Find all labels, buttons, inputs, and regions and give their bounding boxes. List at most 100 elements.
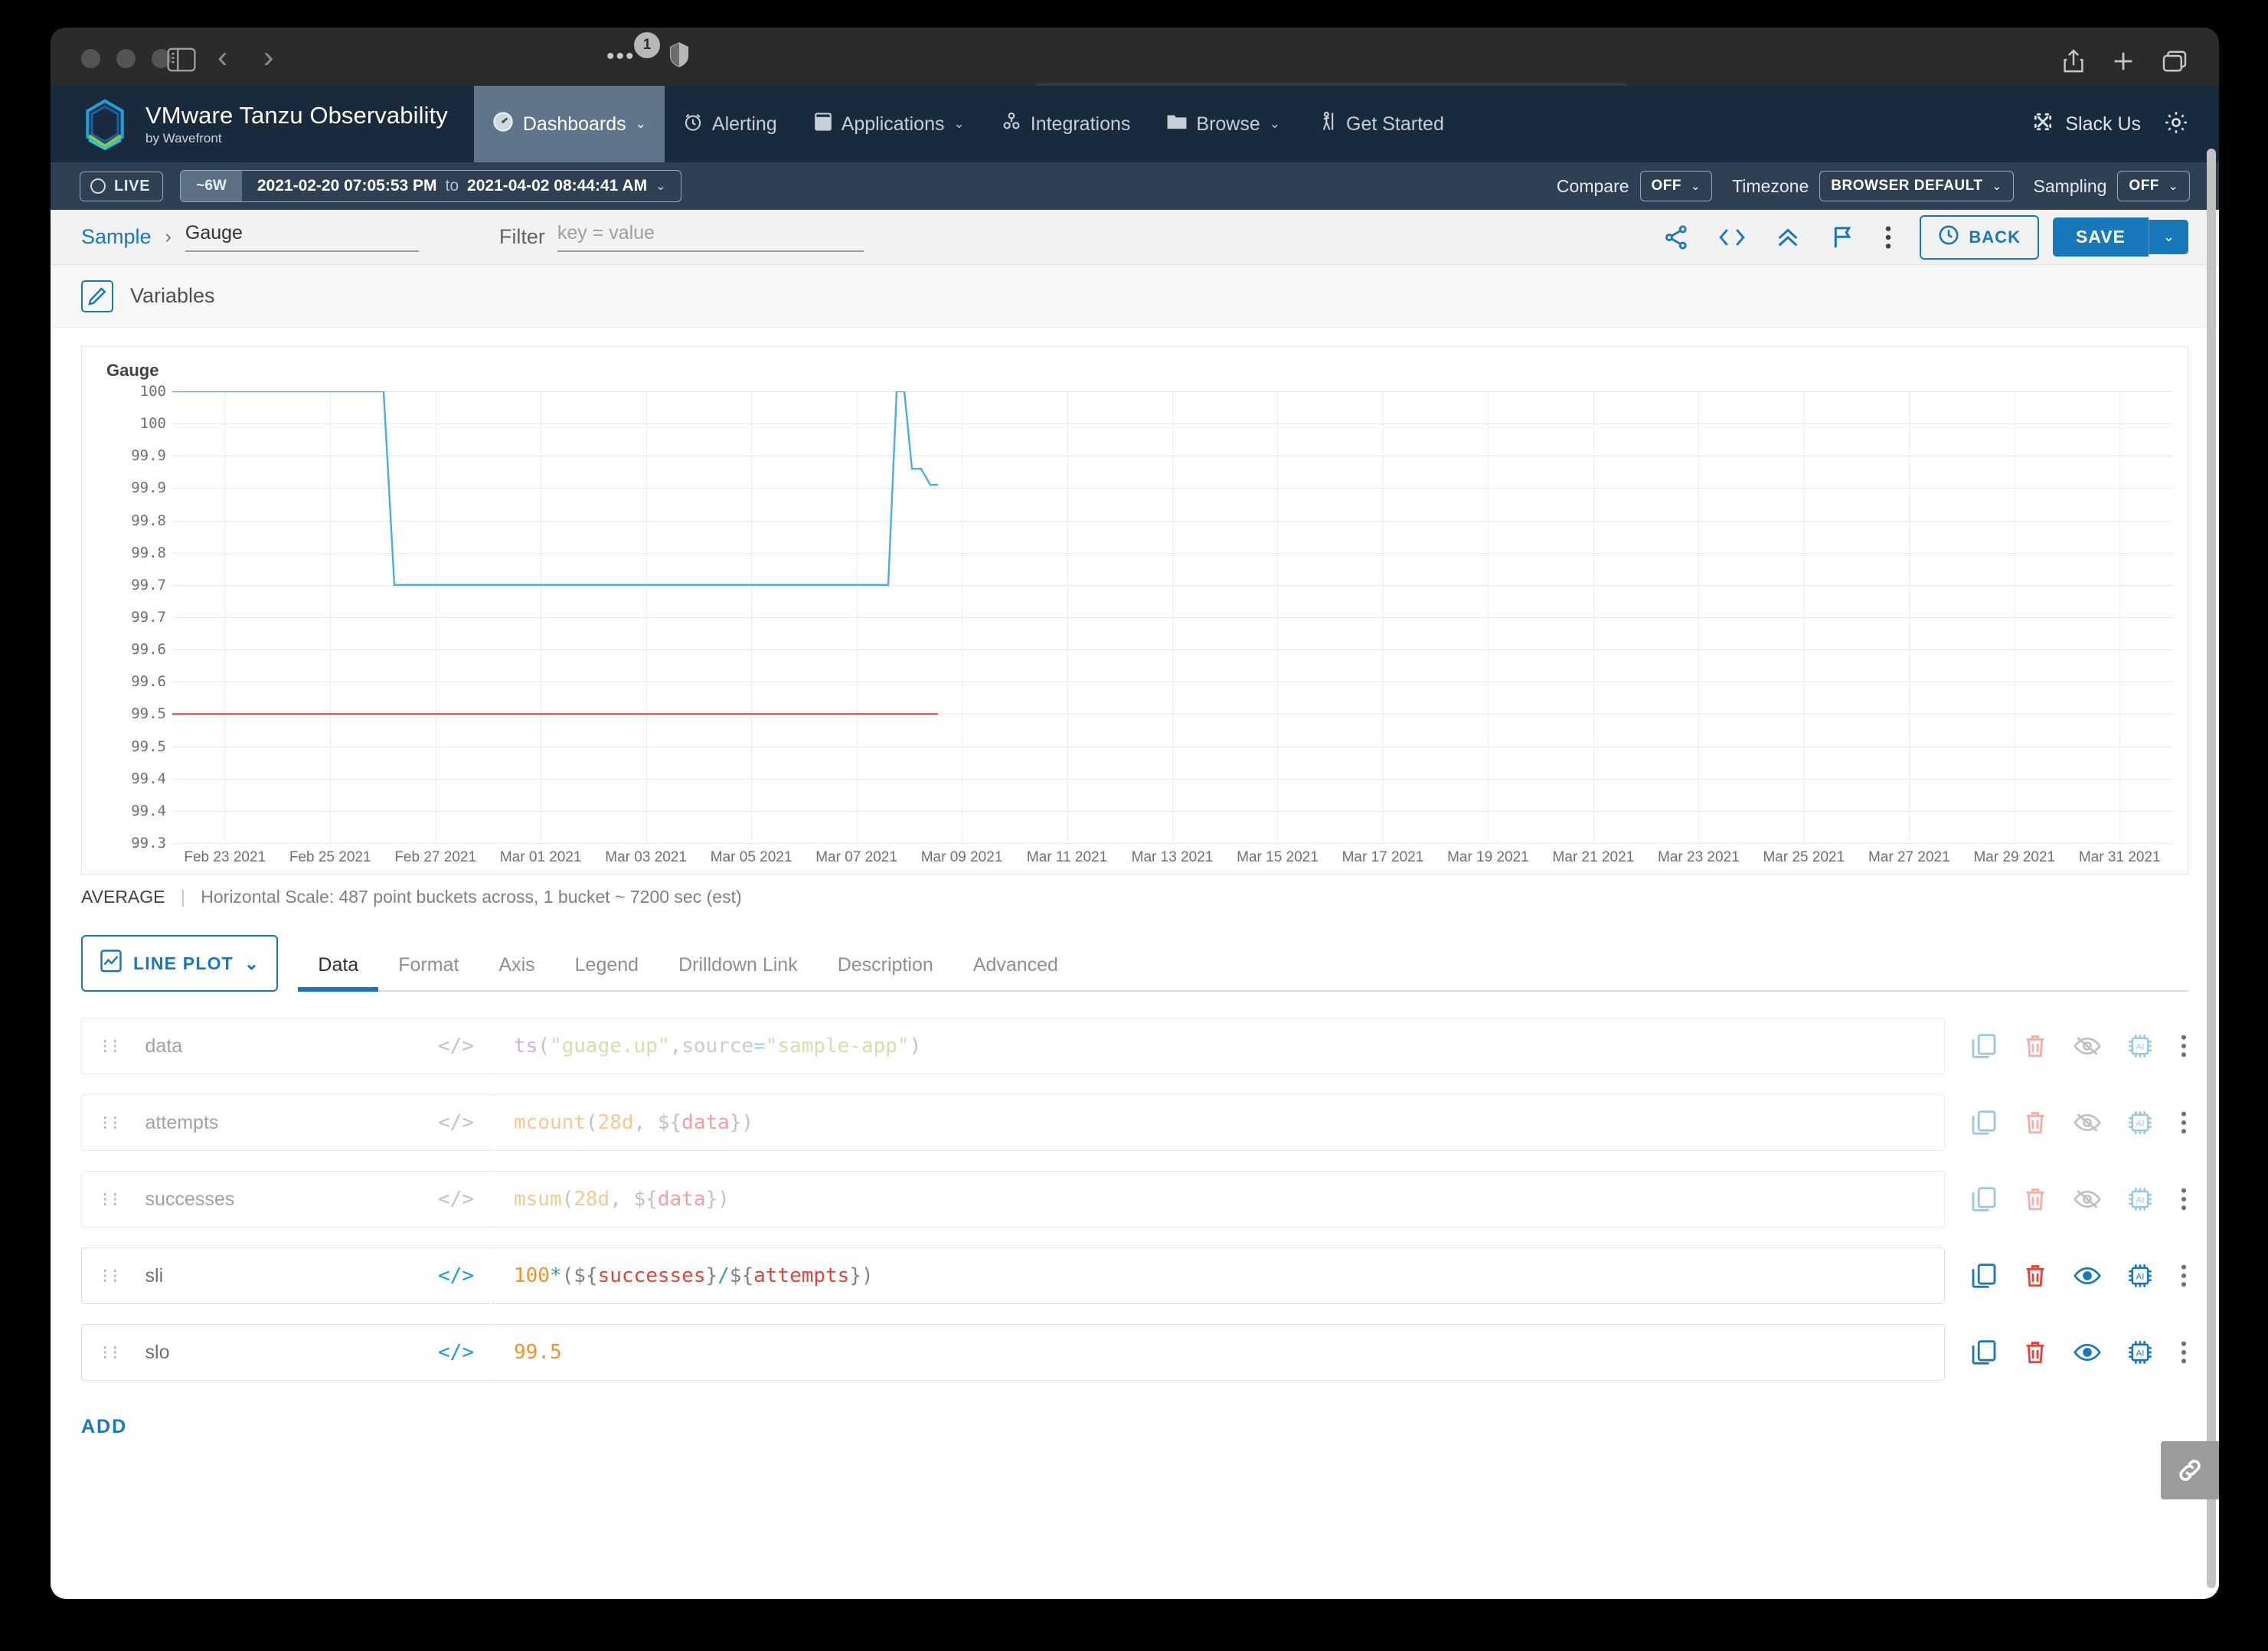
eye-off-icon[interactable] (2074, 1112, 2101, 1133)
sidebar-toggle-icon[interactable] (167, 47, 196, 76)
kebab-menu-icon[interactable] (2179, 1339, 2188, 1365)
query-expression-input[interactable]: ts("guage.up", source = "sample-app") (494, 1018, 1945, 1074)
ai-chip-icon[interactable]: AI (2127, 1110, 2153, 1136)
clone-icon[interactable] (1971, 1263, 1997, 1289)
tab-format[interactable]: Format (378, 954, 479, 990)
tab-drilldown-link[interactable]: Drilldown Link (659, 954, 818, 990)
drag-handle-icon[interactable]: ⁝⁝ (102, 1342, 123, 1362)
nav-item-browse[interactable]: Browse ⌄ (1149, 86, 1299, 162)
nav-item-integrations[interactable]: Integrations (983, 86, 1149, 162)
chart-name-input[interactable]: Gauge (185, 222, 419, 252)
nav-item-dashboards[interactable]: Dashboards ⌄ (473, 86, 665, 162)
privacy-shield-icon[interactable] (669, 41, 689, 71)
gear-icon[interactable] (2164, 110, 2188, 139)
pencil-icon[interactable] (81, 280, 113, 312)
window-controls[interactable] (81, 49, 171, 68)
code-icon[interactable] (1704, 224, 1760, 250)
ai-chip-icon[interactable]: AI (2127, 1263, 2153, 1289)
filter-input[interactable]: key = value (557, 222, 864, 252)
tab-description[interactable]: Description (818, 954, 953, 990)
browser-back-icon[interactable]: ‹ (217, 42, 227, 73)
nav-item-get-started[interactable]: Get Started (1299, 86, 1462, 162)
slack-us-button[interactable]: Slack Us (2031, 110, 2141, 139)
kebab-menu-icon[interactable] (1869, 224, 1907, 250)
breadcrumb-parent-link[interactable]: Sample (81, 225, 152, 249)
eye-off-icon[interactable] (2074, 1188, 2101, 1210)
kebab-menu-icon[interactable] (2179, 1263, 2188, 1289)
chart-plot[interactable]: 100 100 99.9 99.9 99.8 99.8 99.7 99.7 99.6 99.6 99… (97, 383, 2172, 866)
add-query-button[interactable]: ADD (81, 1416, 127, 1438)
code-brackets-icon[interactable]: </> (438, 1188, 474, 1211)
range-value[interactable]: 2021-02-20 07:05:53 PM to 2021-04-02 08:… (242, 171, 681, 201)
back-button[interactable]: BACK (1920, 214, 2039, 260)
share-icon[interactable] (2063, 49, 2084, 77)
kebab-menu-icon[interactable] (2179, 1186, 2188, 1212)
query-expression-input[interactable]: mcount(28d, ${data}) (494, 1094, 1945, 1151)
visibility-icon[interactable] (2074, 1265, 2101, 1286)
time-range-picker[interactable]: ~6W 2021-02-20 07:05:53 PM to 2021-04-02… (180, 170, 682, 202)
scrollbar-thumb[interactable] (2207, 149, 2216, 1588)
query-name-cell[interactable]: ⁝⁝ attempts </> (81, 1094, 495, 1151)
query-name-cell[interactable]: ⁝⁝ sli </> (81, 1247, 495, 1304)
visibility-icon[interactable] (2074, 1342, 2101, 1363)
tab-legend[interactable]: Legend (555, 954, 659, 990)
chevron-down-icon[interactable]: ⌄ (655, 178, 665, 194)
nav-item-applications[interactable]: Applications ⌄ (796, 86, 983, 162)
query-expression-input[interactable]: msum(28d, ${data}) (494, 1171, 1945, 1228)
drag-handle-icon[interactable]: ⁝⁝ (102, 1113, 123, 1133)
tab-overview-icon[interactable]: ••• (606, 45, 636, 68)
minimize-window-button[interactable] (116, 49, 136, 68)
plot-type-select[interactable]: LINE PLOT ⌄ (81, 935, 279, 992)
clone-icon[interactable] (1971, 1339, 1997, 1365)
browser-toolbar-right[interactable] (2063, 49, 2187, 77)
new-tab-icon[interactable] (2112, 50, 2135, 77)
code-brackets-icon[interactable]: </> (438, 1111, 474, 1134)
save-dropdown-button[interactable]: ⌄ (2148, 220, 2188, 254)
clone-icon[interactable] (1971, 1033, 1997, 1059)
close-window-button[interactable] (81, 49, 100, 68)
tab-axis[interactable]: Axis (479, 954, 554, 990)
browser-forward-icon[interactable]: › (263, 42, 273, 73)
timezone-select[interactable]: BROWSER DEFAULT ⌄ (1819, 171, 2014, 201)
range-duration-pill[interactable]: ~6W (181, 171, 242, 201)
link-icon[interactable] (2161, 1441, 2219, 1499)
drag-handle-icon[interactable]: ⁝⁝ (102, 1266, 123, 1286)
live-toggle-button[interactable]: LIVE (80, 171, 164, 201)
delete-icon[interactable] (2023, 1033, 2047, 1059)
tab-advanced[interactable]: Advanced (953, 954, 1078, 990)
query-name-cell[interactable]: ⁝⁝ slo </> (81, 1324, 495, 1381)
tab-group[interactable]: ••• 1 (606, 32, 689, 68)
compare-select[interactable]: OFF ⌄ (1639, 171, 1713, 201)
nav-item-alerting[interactable]: Alerting (665, 86, 796, 162)
delete-icon[interactable] (2023, 1186, 2047, 1212)
kebab-menu-icon[interactable] (2179, 1110, 2188, 1136)
eye-off-icon[interactable] (2074, 1035, 2101, 1057)
delete-icon[interactable] (2023, 1339, 2047, 1365)
ai-chip-icon[interactable]: AI (2127, 1339, 2153, 1365)
query-expression-input[interactable]: 99.5 (494, 1324, 1945, 1381)
query-name-cell[interactable]: ⁝⁝ data </> (81, 1018, 495, 1074)
share-icon[interactable] (1649, 224, 1704, 250)
delete-icon[interactable] (2023, 1110, 2047, 1136)
ai-chip-icon[interactable]: AI (2127, 1033, 2153, 1059)
tab-data[interactable]: Data (298, 954, 379, 992)
ai-chip-icon[interactable]: AI (2127, 1186, 2153, 1212)
collapse-icon[interactable] (1760, 224, 1815, 250)
clone-icon[interactable] (1971, 1110, 1997, 1136)
sampling-select[interactable]: OFF ⌄ (2117, 171, 2190, 201)
save-button[interactable]: SAVE (2052, 217, 2149, 257)
query-name-cell[interactable]: ⁝⁝ successes </> (81, 1171, 495, 1228)
code-brackets-icon[interactable]: </> (438, 1264, 474, 1287)
brand[interactable]: VMware Tanzu Observability by Wavefront (51, 86, 474, 162)
drag-handle-icon[interactable]: ⁝⁝ (102, 1189, 123, 1209)
drag-handle-icon[interactable]: ⁝⁝ (102, 1036, 123, 1056)
delete-icon[interactable] (2023, 1263, 2047, 1289)
code-brackets-icon[interactable]: </> (438, 1035, 474, 1058)
page-scrollbar[interactable] (2207, 149, 2216, 1596)
tab-overview-button[interactable] (2162, 51, 2187, 76)
flag-icon[interactable] (1815, 224, 1869, 250)
kebab-menu-icon[interactable] (2179, 1033, 2188, 1059)
query-expression-input[interactable]: 100 * (${successes} / ${attempts}) (494, 1247, 1945, 1304)
clone-icon[interactable] (1971, 1186, 1997, 1212)
code-brackets-icon[interactable]: </> (438, 1341, 474, 1364)
